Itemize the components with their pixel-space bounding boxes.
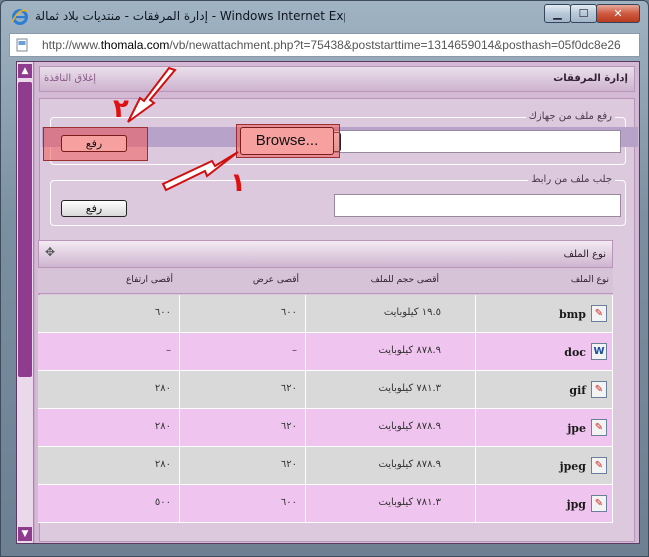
table-row: ✎ bmp ١٩.٥ كيلوبايت ٦٠٠ ٦٠٠: [38, 295, 613, 333]
paint-file-icon: ✎: [591, 457, 607, 474]
close-window-link[interactable]: إغلاق النافذة: [44, 73, 96, 84]
word-file-icon: W: [591, 343, 607, 360]
value-width: ٦٢٠: [280, 459, 297, 470]
paint-file-icon: ✎: [591, 495, 607, 512]
browse-button-highlighted[interactable]: Browse...: [240, 127, 334, 155]
upload-section-legend: رفع ملف من جهازك: [525, 111, 615, 122]
file-url-input[interactable]: [334, 194, 621, 217]
cell-size: ٧٨١.٣ كيلوبايت: [306, 485, 476, 522]
window-title: إدارة المرفقات - منتديات بلاد ثمالة - Wi…: [35, 9, 345, 23]
file-extension: jpg: [566, 498, 586, 511]
value-height: ٦٠٠: [154, 307, 171, 318]
cell-height: ٢٨٠: [38, 447, 180, 484]
value-size: ١٩.٥ كيلوبايت: [383, 307, 441, 318]
close-window-button[interactable]: ✕: [596, 4, 640, 23]
internet-explorer-icon: [11, 9, 29, 25]
value-height: ٢٨٠: [154, 459, 171, 470]
paint-file-icon: ✎: [591, 419, 607, 436]
address-bar[interactable]: http://www.thomala.com/vb/newattachment.…: [9, 33, 640, 57]
value-size: ٨٧٨.٩ كيلوبايت: [378, 345, 441, 356]
value-width: –: [292, 345, 297, 356]
cell-size: ٨٧٨.٩ كيلوبايت: [306, 409, 476, 446]
url-path: /vb/newattachment.php?t=75438&poststartt…: [169, 38, 621, 52]
url-host: thomala.com: [100, 38, 170, 52]
cell-height: ٢٨٠: [38, 371, 180, 408]
cell-width: ٦٢٠: [180, 371, 306, 408]
paint-file-icon: ✎: [591, 381, 607, 398]
annotation-number-2: ٢: [113, 94, 129, 124]
value-height: ٢٨٠: [154, 383, 171, 394]
move-icon[interactable]: ✥: [45, 245, 55, 259]
scroll-down-arrow-icon[interactable]: ▼: [18, 527, 32, 541]
scrollbar-thumb[interactable]: [18, 82, 32, 377]
header-max-size: أقصى حجم للملف: [370, 275, 439, 285]
file-extension: bmp: [558, 308, 586, 321]
cell-height: ٦٠٠: [38, 295, 180, 332]
cell-width: ٦٠٠: [180, 295, 306, 332]
table-row: ✎ jpe ٨٧٨.٩ كيلوبايت ٦٢٠ ٢٨٠: [38, 409, 613, 447]
file-extension: jpe: [567, 422, 586, 435]
table-row: Wdoc ٨٧٨.٩ كيلوبايت – –: [38, 333, 613, 371]
cell-size: ٨٧٨.٩ كيلوبايت: [306, 333, 476, 370]
fetch-from-url-section: جلب ملف من رابط رفع: [50, 174, 626, 226]
cell-height: –: [38, 333, 180, 370]
table-row: ✎ gif ٧٨١.٣ كيلوبايت ٦٢٠ ٢٨٠: [38, 371, 613, 409]
cell-width: ٦٠٠: [180, 485, 306, 522]
cell-type: ✎ jpeg: [476, 447, 613, 484]
cell-type: ✎ bmp: [476, 295, 613, 332]
minimize-button[interactable]: ▁: [544, 4, 571, 23]
title-bar: إدارة المرفقات - منتديات بلاد ثمالة - Wi…: [1, 1, 648, 33]
scroll-up-arrow-icon[interactable]: ▲: [18, 64, 32, 78]
fetch-url-button[interactable]: رفع: [61, 200, 127, 217]
vertical-scrollbar[interactable]: ▲ ▼: [17, 62, 34, 543]
value-width: ٦٢٠: [280, 421, 297, 432]
annotation-number-1: ١: [230, 168, 246, 198]
value-height: ٢٨٠: [154, 421, 171, 432]
cell-size: ٨٧٨.٩ كيلوبايت: [306, 447, 476, 484]
value-width: ٦٠٠: [280, 497, 297, 508]
cell-type: ✎ gif: [476, 371, 613, 408]
page-icon: [16, 38, 28, 52]
cell-type: ✎ jpg: [476, 485, 613, 522]
value-size: ٧٨١.٣ كيلوبايت: [378, 497, 441, 508]
file-extension: jpeg: [559, 460, 586, 473]
header-max-width: أقصى عرض: [252, 275, 299, 285]
file-extension: doc: [564, 346, 586, 359]
table-row: ✎ jpeg ٨٧٨.٩ كيلوبايت ٦٢٠ ٢٨٠: [38, 447, 613, 485]
value-width: ٦٠٠: [280, 307, 297, 318]
cell-width: ٦٢٠: [180, 447, 306, 484]
header-max-height: أقصى ارتفاع: [126, 275, 173, 285]
table-row: ✎ jpg ٧٨١.٣ كيلوبايت ٦٠٠ ٥٠٠: [38, 485, 613, 523]
cell-height: ٥٠٠: [38, 485, 180, 522]
cell-size: ١٩.٥ كيلوبايت: [306, 295, 476, 332]
table-caption-bar: ✥ نوع الملف: [38, 240, 613, 268]
value-size: ٨٧٨.٩ كيلوبايت: [378, 421, 441, 432]
maximize-button[interactable]: ☐: [570, 4, 597, 23]
cell-size: ٧٨١.٣ كيلوبايت: [306, 371, 476, 408]
address-url[interactable]: http://www.thomala.com/vb/newattachment.…: [42, 38, 637, 54]
cell-width: ٦٢٠: [180, 409, 306, 446]
value-height: ٥٠٠: [154, 497, 171, 508]
url-section-legend: جلب ملف من رابط: [528, 174, 615, 185]
value-height: –: [166, 345, 171, 356]
upload-button-highlighted[interactable]: رفع: [61, 135, 127, 152]
manager-header: إغلاق النافذة إدارة المرفقات: [39, 66, 635, 92]
cell-type: ✎ jpe: [476, 409, 613, 446]
value-width: ٦٢٠: [280, 383, 297, 394]
cell-width: –: [180, 333, 306, 370]
url-prefix: http://www.: [42, 38, 101, 52]
value-size: ٨٧٨.٩ كيلوبايت: [378, 459, 441, 470]
table-header: نوع الملف أقصى حجم للملف أقصى عرض أقصى ا…: [38, 268, 613, 294]
paint-file-icon: ✎: [591, 305, 607, 322]
file-extension: gif: [569, 384, 586, 397]
page-title: إدارة المرفقات: [553, 73, 628, 84]
value-size: ٧٨١.٣ كيلوبايت: [378, 383, 441, 394]
cell-type: Wdoc: [476, 333, 613, 370]
cell-height: ٢٨٠: [38, 409, 180, 446]
header-file-type: نوع الملف: [570, 275, 609, 285]
table-caption: نوع الملف: [563, 249, 606, 260]
